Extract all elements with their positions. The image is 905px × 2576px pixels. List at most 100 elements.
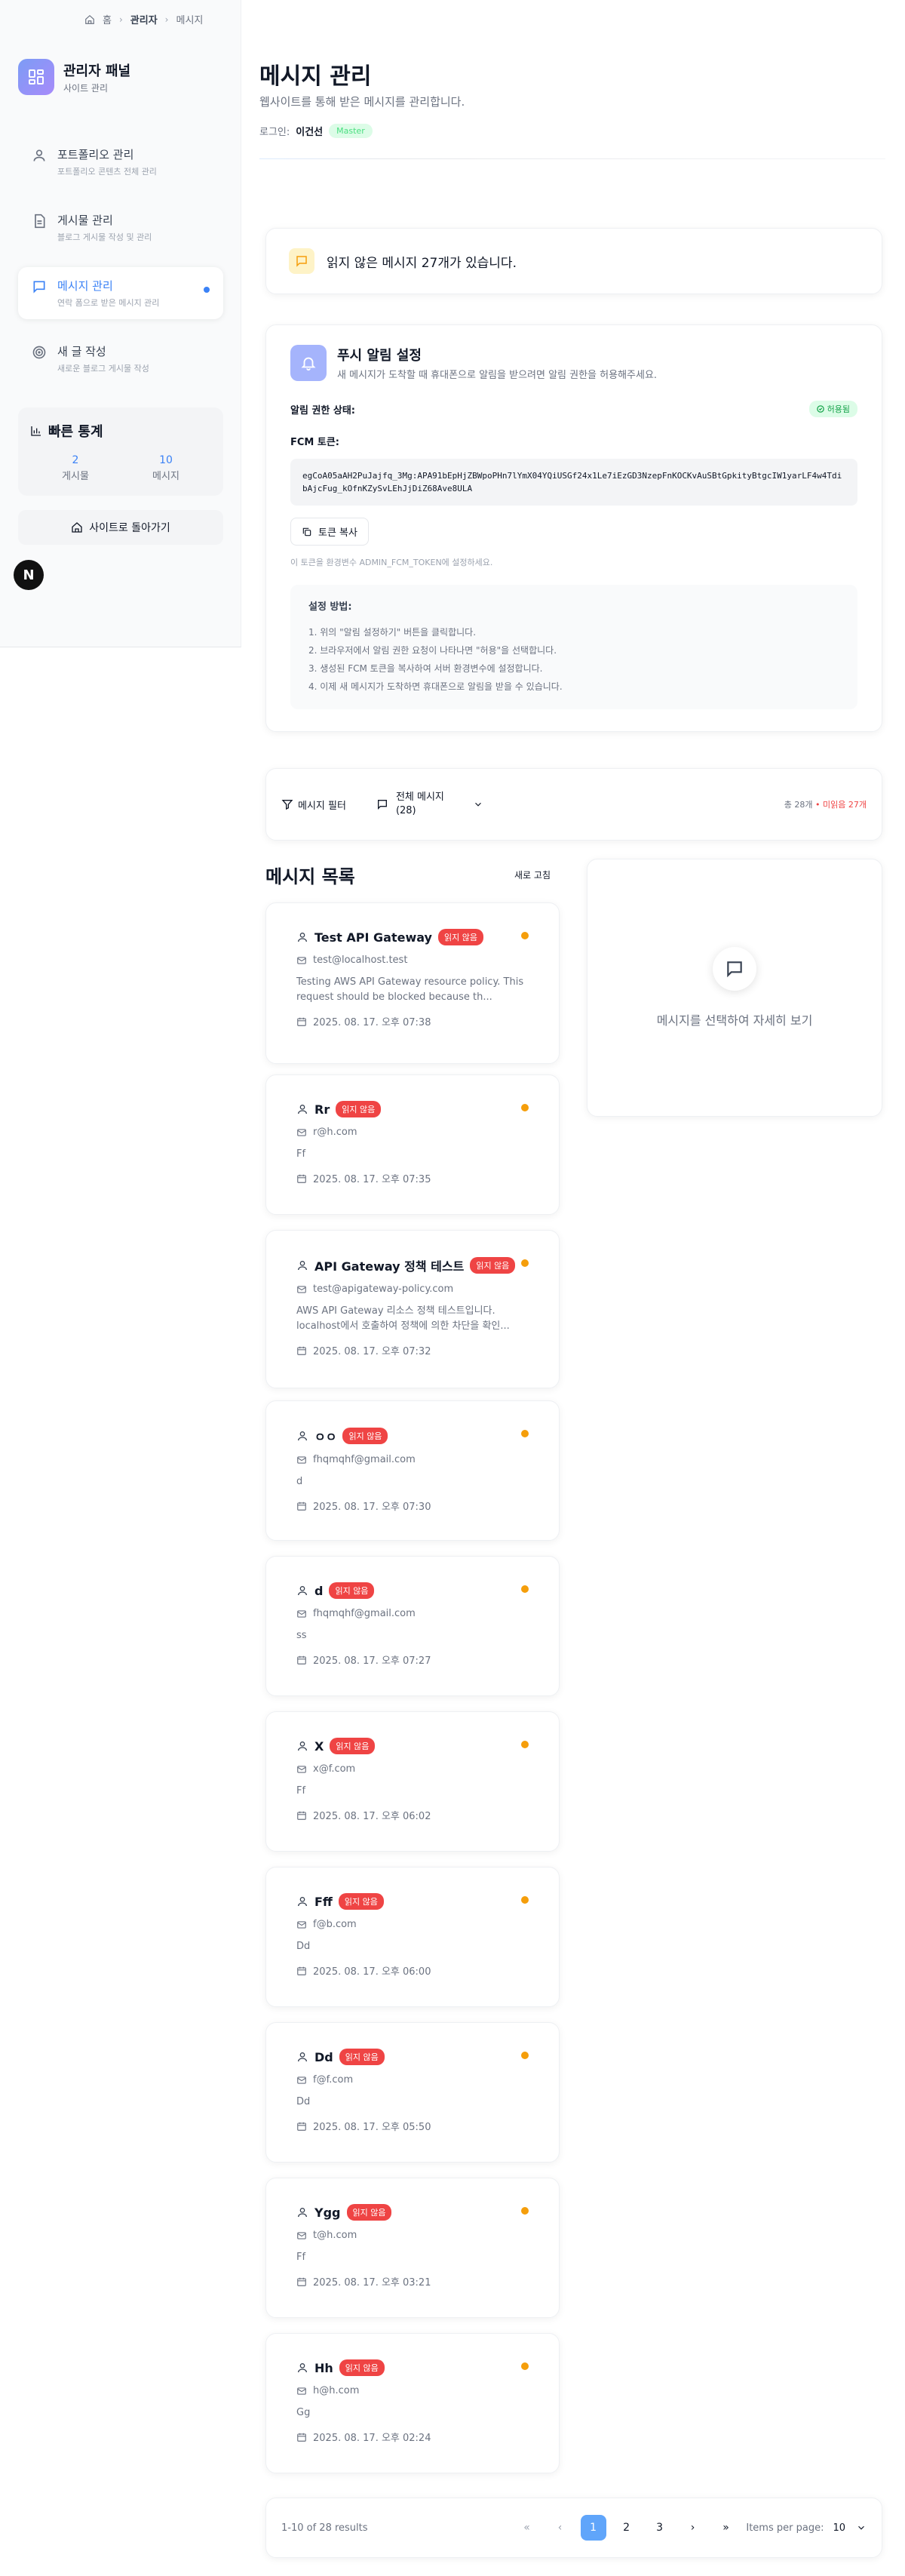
calendar-icon	[296, 1016, 307, 1027]
calendar-icon	[296, 1655, 307, 1665]
breadcrumb-home[interactable]: 홈	[103, 12, 112, 26]
chevron-right-icon: ›	[164, 14, 169, 25]
user-icon	[296, 1430, 308, 1442]
unread-dot	[521, 1259, 529, 1267]
message-icon	[376, 798, 388, 810]
filter-select-count: (28)	[395, 805, 416, 816]
message-sender: Fff	[314, 1894, 333, 1909]
login-label: 로그인:	[259, 127, 290, 138]
message-card[interactable]: ㅇㅇ 읽지 않음 fhqmqhf@gmail.com d 2025. 08. 1…	[265, 1400, 560, 1541]
unread-count: • 미읽음 27개	[815, 800, 867, 810]
message-counts: 총 28개 • 미읽음 27개	[784, 798, 867, 810]
mail-icon	[296, 1455, 307, 1465]
message-card[interactable]: Dd 읽지 않음 f@f.com Dd 2025. 08. 17. 오후 05:…	[265, 2022, 560, 2163]
user-icon	[296, 1895, 308, 1907]
message-email: x@f.com	[313, 1763, 356, 1775]
dashboard-grid-icon	[18, 59, 54, 95]
message-filter-select[interactable]: 전체 메시지 (28)	[376, 791, 483, 818]
unread-banner-text: 읽지 않은 메시지 27개가 있습니다.	[327, 255, 517, 271]
stats-title: 빠른 통계	[48, 424, 103, 440]
refresh-button[interactable]: 새로 고침	[505, 864, 560, 886]
first-page-button[interactable]: «	[514, 2515, 540, 2541]
chevron-down-icon	[856, 2522, 867, 2533]
message-card[interactable]: Rr 읽지 않음 r@h.com Ff 2025. 08. 17. 오후 07:…	[265, 1074, 560, 1215]
mail-icon	[296, 1127, 307, 1138]
calendar-icon	[296, 1501, 307, 1511]
target-icon	[32, 345, 47, 360]
nextjs-dev-badge[interactable]: N	[14, 560, 44, 590]
calendar-icon	[296, 2121, 307, 2132]
message-card[interactable]: d 읽지 않음 fhqmqhf@gmail.com ss 2025. 08. 1…	[265, 1556, 560, 1696]
message-card[interactable]: Hh 읽지 않음 h@h.com Gg 2025. 08. 17. 오후 02:…	[265, 2333, 560, 2473]
last-page-button[interactable]: »	[713, 2515, 739, 2541]
message-preview: Ff	[296, 1785, 306, 1797]
breadcrumb-current: 메시지	[176, 15, 204, 26]
message-date: 2025. 08. 17. 오후 02:24	[313, 2433, 431, 2444]
sidebar-item-portfolio[interactable]: 포트폴리오 관리 포트폴리오 콘텐츠 전체 관리	[18, 136, 223, 188]
message-detail-panel: 메시지를 선택하여 자세히 보기	[587, 859, 882, 1117]
user-icon	[296, 2051, 308, 2063]
message-card[interactable]: Ygg 읽지 않음 t@h.com Ff 2025. 08. 17. 오후 03…	[265, 2178, 560, 2318]
sidebar-nav: 포트폴리오 관리 포트폴리오 콘텐츠 전체 관리 게시물 관리 블로그 게시물 …	[18, 136, 223, 398]
page-button-3[interactable]: 3	[647, 2515, 673, 2541]
unread-badge: 읽지 않음	[338, 1893, 384, 1910]
home-icon[interactable]	[84, 14, 95, 25]
message-card[interactable]: X 읽지 않음 x@f.com Ff 2025. 08. 17. 오후 06:0…	[265, 1711, 560, 1852]
page-button-1[interactable]: 1	[580, 2515, 606, 2541]
unread-dot	[521, 1585, 529, 1593]
calendar-icon	[296, 2276, 307, 2287]
next-page-button[interactable]: ›	[680, 2515, 706, 2541]
mail-icon	[296, 1609, 307, 1619]
user-icon	[296, 2206, 308, 2218]
sidebar: 홈 › 관리자 › 메시지 관리자 패널 사이트 관리 포트폴리오 관리 포트폴…	[0, 0, 241, 647]
user-icon	[32, 148, 47, 163]
mail-icon	[296, 1764, 307, 1775]
filter-label: 메시지 필터	[298, 800, 346, 812]
sidebar-item-posts[interactable]: 게시물 관리 블로그 게시물 작성 및 관리	[18, 201, 223, 254]
home-icon	[71, 521, 83, 533]
message-sender: Test API Gateway	[314, 930, 432, 945]
breadcrumb-admin[interactable]: 관리자	[130, 12, 158, 26]
unread-dot	[521, 932, 529, 939]
user-icon	[296, 1259, 308, 1271]
unread-badge: 읽지 않음	[437, 929, 483, 945]
mail-icon	[296, 2230, 307, 2241]
back-to-site-button[interactable]: 사이트로 돌아가기	[18, 510, 223, 545]
page-buttons: « ‹ 1 2 3 › »	[514, 2515, 739, 2541]
mail-icon	[296, 955, 307, 966]
calendar-icon	[296, 2432, 307, 2442]
message-card[interactable]: Fff 읽지 않음 f@b.com Dd 2025. 08. 17. 오후 06…	[265, 1867, 560, 2007]
setup-step: 3. 생성된 FCM 토큰을 복사하여 서버 환경변수에 설정합니다.	[308, 663, 543, 674]
copy-token-button[interactable]: 토큰 복사	[290, 518, 369, 546]
sidebar-item-label: 게시물 관리	[57, 214, 113, 227]
bar-chart-icon	[30, 425, 42, 437]
message-card[interactable]: Test API Gateway 읽지 않음 test@localhost.te…	[265, 902, 560, 1064]
quick-stats: 빠른 통계 2 게시물 10 메시지	[18, 407, 223, 496]
message-preview: Gg	[296, 2407, 311, 2418]
bell-icon	[290, 345, 327, 381]
brand-subtitle: 사이트 관리	[63, 82, 109, 94]
setup-step: 4. 이제 새 메시지가 도착하면 휴대폰으로 알림을 받을 수 있습니다.	[308, 681, 563, 692]
stat-posts: 2 게시물	[30, 454, 121, 482]
items-per-page-value: 10	[833, 2522, 845, 2534]
sidebar-item-messages[interactable]: 메시지 관리 연락 폼으로 받은 메시지 관리	[18, 267, 223, 319]
message-card[interactable]: API Gateway 정책 테스트 읽지 않음 test@apigateway…	[265, 1230, 560, 1388]
page-button-2[interactable]: 2	[614, 2515, 640, 2541]
fcm-label: FCM 토큰:	[290, 437, 340, 448]
unread-dot	[521, 2207, 529, 2215]
message-email: h@h.com	[313, 2385, 360, 2396]
stat-posts-label: 게시물	[62, 471, 89, 482]
permission-row: 알림 권한 상태: 허용됨	[290, 401, 857, 417]
message-sender: Ygg	[314, 2205, 341, 2220]
results-summary: 1-10 of 28 results	[281, 2522, 368, 2534]
message-preview: Ff	[296, 2252, 306, 2263]
prev-page-button[interactable]: ‹	[548, 2515, 573, 2541]
message-filter-bar: 메시지 필터 전체 메시지 (28) 총 28개 • 미읽음 27개	[265, 768, 882, 841]
message-icon	[713, 947, 756, 991]
login-name: 이건선	[296, 127, 324, 138]
calendar-icon	[296, 1810, 307, 1821]
sidebar-item-new-post[interactable]: 새 글 작성 새로운 블로그 게시물 작성	[18, 333, 223, 385]
detail-placeholder: 메시지를 선택하여 자세히 보기	[656, 1013, 813, 1028]
items-per-page-select[interactable]: 10	[833, 2522, 867, 2534]
sidebar-item-label: 새 글 작성	[57, 345, 106, 358]
